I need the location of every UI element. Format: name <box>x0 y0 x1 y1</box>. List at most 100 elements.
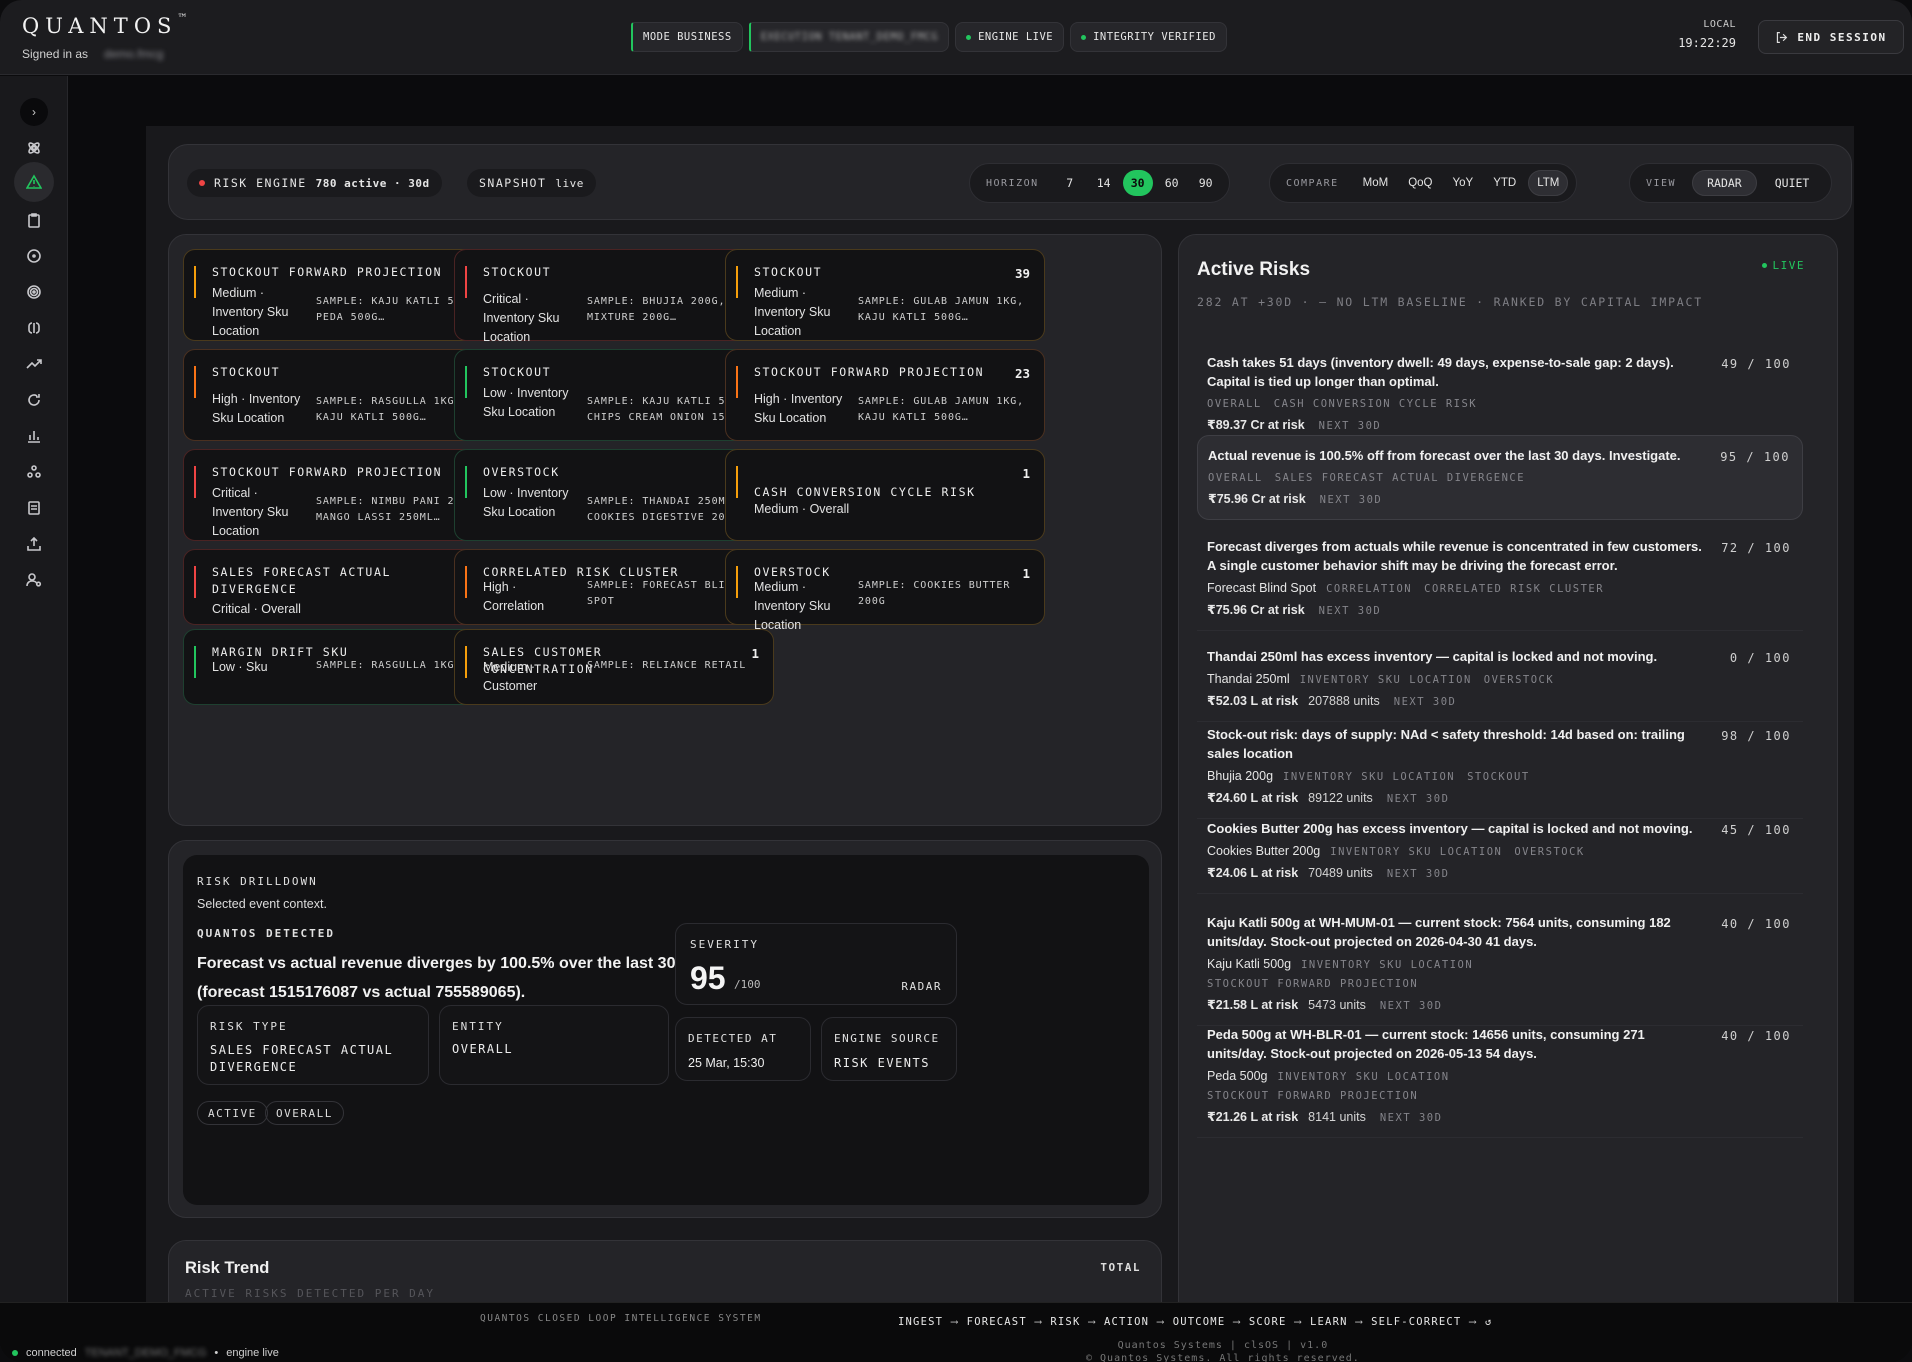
version-line: Quantos Systems | clsOS | v1.0 <box>1117 1340 1329 1351</box>
risk-horizon: NEXT 30D <box>1318 420 1382 432</box>
risk-category-card[interactable]: SALES CUSTOMER CONCENTRATION 1 Medium · Cu… <box>454 629 774 705</box>
entity-label: ENTITY <box>452 1020 504 1033</box>
risk-units: 207888 units <box>1308 694 1380 708</box>
card-sample: SAMPLE: GULAB JAMUN 1KG, KAJU KATLI 500G… <box>858 296 1025 323</box>
tag-overall[interactable]: OVERALL <box>265 1101 344 1125</box>
compare-option-ltm[interactable]: LTM <box>1528 170 1569 196</box>
flow-step: FORECAST <box>966 1316 1027 1328</box>
compare-option-qoq[interactable]: QoQ <box>1400 170 1440 196</box>
risk-tag: OVERSTOCK <box>1514 846 1585 858</box>
card-severity: Medium · Customer <box>483 660 538 693</box>
risk-meta: Bhujia 200g INVENTORY SKU LOCATION STOCKOU… <box>1207 768 1703 786</box>
horizon-option-60[interactable]: 60 <box>1157 170 1187 196</box>
integrity-chip[interactable]: INTEGRITY VERIFIED <box>1070 22 1227 52</box>
risk-tag: STOCKOUT FORWARD PROJECTION <box>1207 978 1419 990</box>
compare-option-ytd[interactable]: YTD <box>1485 170 1524 196</box>
horizon-option-30[interactable]: 30 <box>1122 170 1153 196</box>
active-risk-item[interactable]: Stock-out risk: days of supply: NAd < sa… <box>1197 715 1803 819</box>
compare-option-yoy[interactable]: YoY <box>1445 170 1482 196</box>
risk-engine-pill[interactable]: RISK ENGINE 780 active · 30d <box>187 169 442 197</box>
sidebar-item-network[interactable] <box>14 454 54 490</box>
trend-title: Risk Trend <box>185 1259 270 1277</box>
risk-impact: ₹75.96 Cr at risk NEXT 30D <box>1207 602 1703 620</box>
sidebar-item-radar[interactable] <box>14 274 54 310</box>
risk-engine-toolbar: RISK ENGINE 780 active · 30d SNAPSHOT live… <box>168 144 1852 220</box>
live-dot <box>1761 263 1767 268</box>
bar-chart-icon <box>28 431 40 443</box>
risk-drilldown-panel: RISK DRILLDOWN Selected event context. Q… <box>168 840 1162 1218</box>
risk-message: Kaju Katli 500g at WH-MUM-01 — current s… <box>1207 915 1671 949</box>
risk-tag: INVENTORY SKU LOCATION <box>1299 674 1472 686</box>
horizon-option-7[interactable]: 7 <box>1055 170 1085 196</box>
mode-chip[interactable]: MODE BUSINESS <box>631 22 743 52</box>
snapshot-label: SNAPSHOT <box>479 176 547 190</box>
risk-entity: Thandai 250ml <box>1207 672 1290 686</box>
end-session-button[interactable]: END SESSION <box>1758 20 1904 54</box>
risk-impact: ₹24.60 L at risk 89122 units NEXT 30D <box>1207 790 1703 808</box>
engine-chip[interactable]: ENGINE LIVE <box>955 22 1065 52</box>
severity-box: SEVERITY 95 /100 RADAR <box>675 923 957 1005</box>
engine-source-box: ENGINE SOURCE RISK EVENTS <box>821 1017 957 1081</box>
risk-amount: ₹52.03 L at risk <box>1207 694 1299 708</box>
severity-mode: RADAR <box>901 980 942 993</box>
risk-score: 0 / 100 <box>1729 651 1791 665</box>
sidebar-item-cycle[interactable] <box>14 382 54 418</box>
execution-chip[interactable]: EXECUTION TENANT_DEMO_FMCG <box>748 22 950 52</box>
sidebar-item-users[interactable] <box>14 562 54 598</box>
sidebar-item-target[interactable] <box>14 238 54 274</box>
active-risk-item[interactable]: Cookies Butter 200g has excess inventory… <box>1197 809 1803 894</box>
view-option-radar[interactable]: RADAR <box>1692 170 1757 196</box>
active-risk-item[interactable]: Peda 500g at WH-BLR-01 — current stock: … <box>1197 1015 1803 1138</box>
risk-message: Cash takes 51 days (inventory dwell: 49 … <box>1207 355 1674 389</box>
sidebar-item-upload[interactable] <box>14 526 54 562</box>
sidebar-item-clipboard[interactable] <box>14 202 54 238</box>
risk-category-card[interactable]: OVERSTOCK 1 Medium · Inventory Sku Locatio… <box>725 549 1045 632</box>
atom-icon <box>28 142 40 154</box>
card-title: STOCKOUT <box>483 365 552 379</box>
severity-accent <box>465 466 467 498</box>
sidebar-expand-button[interactable]: › <box>20 98 48 126</box>
snapshot-pill[interactable]: SNAPSHOT live <box>467 169 596 197</box>
risk-tag: INVENTORY SKU LOCATION <box>1277 1071 1450 1083</box>
horizon-option-90[interactable]: 90 <box>1191 170 1221 196</box>
flow-step: RISK <box>1050 1316 1081 1328</box>
view-option-quiet[interactable]: QUIET <box>1761 170 1824 196</box>
sidebar-item-analytics[interactable] <box>14 418 54 454</box>
risk-category-card[interactable]: STOCKOUT FORWARD PROJECTION 23 High · Inve… <box>725 349 1045 441</box>
active-risk-item[interactable]: Actual revenue is 100.5% off from foreca… <box>1197 435 1803 520</box>
risk-tag: INVENTORY SKU LOCATION <box>1283 771 1456 783</box>
sidebar-item-trends[interactable] <box>14 346 54 382</box>
active-risk-item[interactable]: Cash takes 51 days (inventory dwell: 49 … <box>1197 343 1803 446</box>
risk-horizon: NEXT 30D <box>1386 868 1450 880</box>
sidebar-item-intelligence[interactable] <box>14 310 54 346</box>
compare-option-mom[interactable]: MoM <box>1355 170 1397 196</box>
severity-accent <box>194 646 196 678</box>
active-risk-item[interactable]: Kaju Katli 500g at WH-MUM-01 — current s… <box>1197 903 1803 1026</box>
risk-amount: ₹75.96 Cr at risk <box>1208 492 1306 506</box>
sidebar-item-reports[interactable] <box>14 490 54 526</box>
risk-tag: CORRELATION <box>1326 583 1413 595</box>
risk-category-grid: STOCKOUT FORWARD PROJECTION84Medium · In… <box>168 234 1162 826</box>
risk-category-card[interactable]: STOCKOUT 39 Medium · Inventory Sku Locatio… <box>725 249 1045 341</box>
flow-step: OUTCOME <box>1172 1316 1226 1328</box>
status-separator: • <box>214 1347 219 1359</box>
risk-meta: OVERALL CASH CONVERSION CYCLE RISK <box>1207 396 1703 413</box>
active-risk-item[interactable]: Forecast diverges from actuals while rev… <box>1197 527 1803 631</box>
risk-status-dot <box>199 180 205 186</box>
risk-message: Peda 500g at WH-BLR-01 — current stock: … <box>1207 1027 1645 1061</box>
active-risk-item[interactable]: Thandai 250ml has excess inventory — cap… <box>1197 637 1803 722</box>
risk-amount: ₹75.96 Cr at risk <box>1207 603 1305 617</box>
trend-total-toggle[interactable]: TOTAL <box>1100 1261 1141 1274</box>
sidebar-item-overview[interactable] <box>14 130 54 166</box>
brand-logo: QUANTOS™ <box>22 13 187 38</box>
sidebar-item-risk[interactable] <box>14 162 54 202</box>
risk-score: 49 / 100 <box>1721 357 1791 371</box>
risk-type-value: SALES FORECAST ACTUAL DIVERGENCE <box>210 1043 394 1074</box>
engine-status-dot <box>966 34 972 40</box>
tag-active[interactable]: ACTIVE <box>197 1101 268 1125</box>
horizon-option-14[interactable]: 14 <box>1089 170 1119 196</box>
risk-tag: OVERALL <box>1207 398 1262 410</box>
risk-horizon: NEXT 30D <box>1386 793 1450 805</box>
card-severity: High · Inventory Sku Location <box>212 392 301 425</box>
risk-category-card[interactable]: CASH CONVERSION CYCLE RISK 1 Medium · Over… <box>725 449 1045 541</box>
